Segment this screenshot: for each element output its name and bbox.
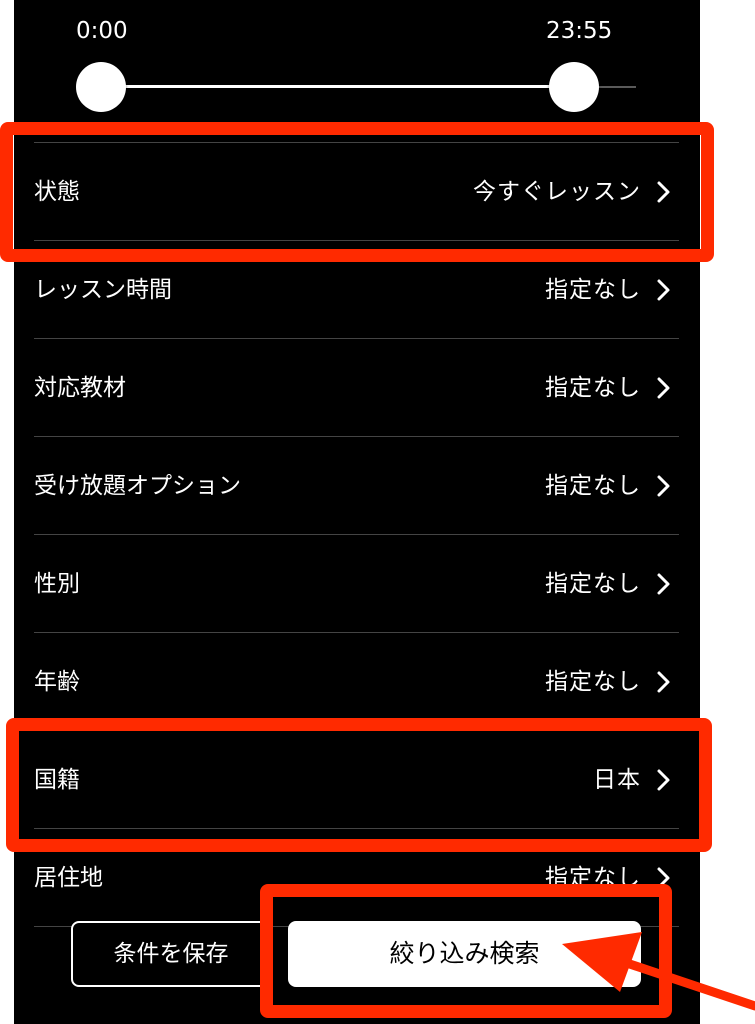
filter-value: 指定なし bbox=[545, 473, 641, 499]
filter-label: 国籍 bbox=[34, 767, 80, 793]
filter-label: 対応教材 bbox=[34, 375, 126, 401]
filter-row-lesson-time[interactable]: レッスン時間 指定なし bbox=[34, 240, 679, 338]
filter-label: 居住地 bbox=[34, 865, 103, 891]
filter-value: 指定なし bbox=[545, 865, 641, 891]
filter-row-gender[interactable]: 性別 指定なし bbox=[34, 534, 679, 632]
filter-screen: 0:00 23:55 状態 今すぐレッスン レッスン時間 指定なし 対応教材 指… bbox=[14, 0, 700, 1024]
filter-list: 状態 今すぐレッスン レッスン時間 指定なし 対応教材 指定なし 受け放題オプシ… bbox=[34, 142, 679, 1024]
time-range-end-handle[interactable] bbox=[549, 62, 599, 112]
filter-value: 指定なし bbox=[545, 277, 641, 303]
filter-label: 受け放題オプション bbox=[34, 473, 241, 499]
filter-row-nationality[interactable]: 国籍 日本 bbox=[34, 730, 679, 828]
chevron-right-icon bbox=[657, 867, 670, 889]
time-range-start-label: 0:00 bbox=[76, 18, 128, 44]
chevron-right-icon bbox=[657, 377, 670, 399]
filter-label: 性別 bbox=[34, 571, 80, 597]
filter-value: 今すぐレッスン bbox=[473, 179, 641, 205]
chevron-right-icon bbox=[657, 279, 670, 301]
filter-row-status[interactable]: 状態 今すぐレッスン bbox=[34, 142, 679, 240]
chevron-right-icon bbox=[657, 573, 670, 595]
filter-row-materials[interactable]: 対応教材 指定なし bbox=[34, 338, 679, 436]
save-conditions-button[interactable]: 条件を保存 bbox=[71, 921, 271, 987]
time-range-start-handle[interactable] bbox=[76, 62, 126, 112]
chevron-right-icon bbox=[657, 671, 670, 693]
filter-label: レッスン時間 bbox=[34, 277, 172, 303]
filter-row-unlimited-option[interactable]: 受け放題オプション 指定なし bbox=[34, 436, 679, 534]
chevron-right-icon bbox=[657, 181, 670, 203]
filter-value: 日本 bbox=[593, 767, 641, 793]
time-range-end-label: 23:55 bbox=[546, 18, 613, 44]
annotation-arrow-icon bbox=[562, 932, 755, 1011]
time-range-slider-fill bbox=[100, 85, 574, 88]
chevron-right-icon bbox=[657, 475, 670, 497]
filter-label: 年齢 bbox=[34, 669, 80, 695]
filter-value: 指定なし bbox=[545, 375, 641, 401]
filter-value: 指定なし bbox=[545, 669, 641, 695]
filter-label: 状態 bbox=[34, 179, 80, 205]
chevron-right-icon bbox=[657, 769, 670, 791]
screenshot-stage: 0:00 23:55 状態 今すぐレッスン レッスン時間 指定なし 対応教材 指… bbox=[0, 0, 755, 1024]
filter-row-residence[interactable]: 居住地 指定なし bbox=[34, 828, 679, 926]
filter-value: 指定なし bbox=[545, 571, 641, 597]
filter-row-age[interactable]: 年齢 指定なし bbox=[34, 632, 679, 730]
